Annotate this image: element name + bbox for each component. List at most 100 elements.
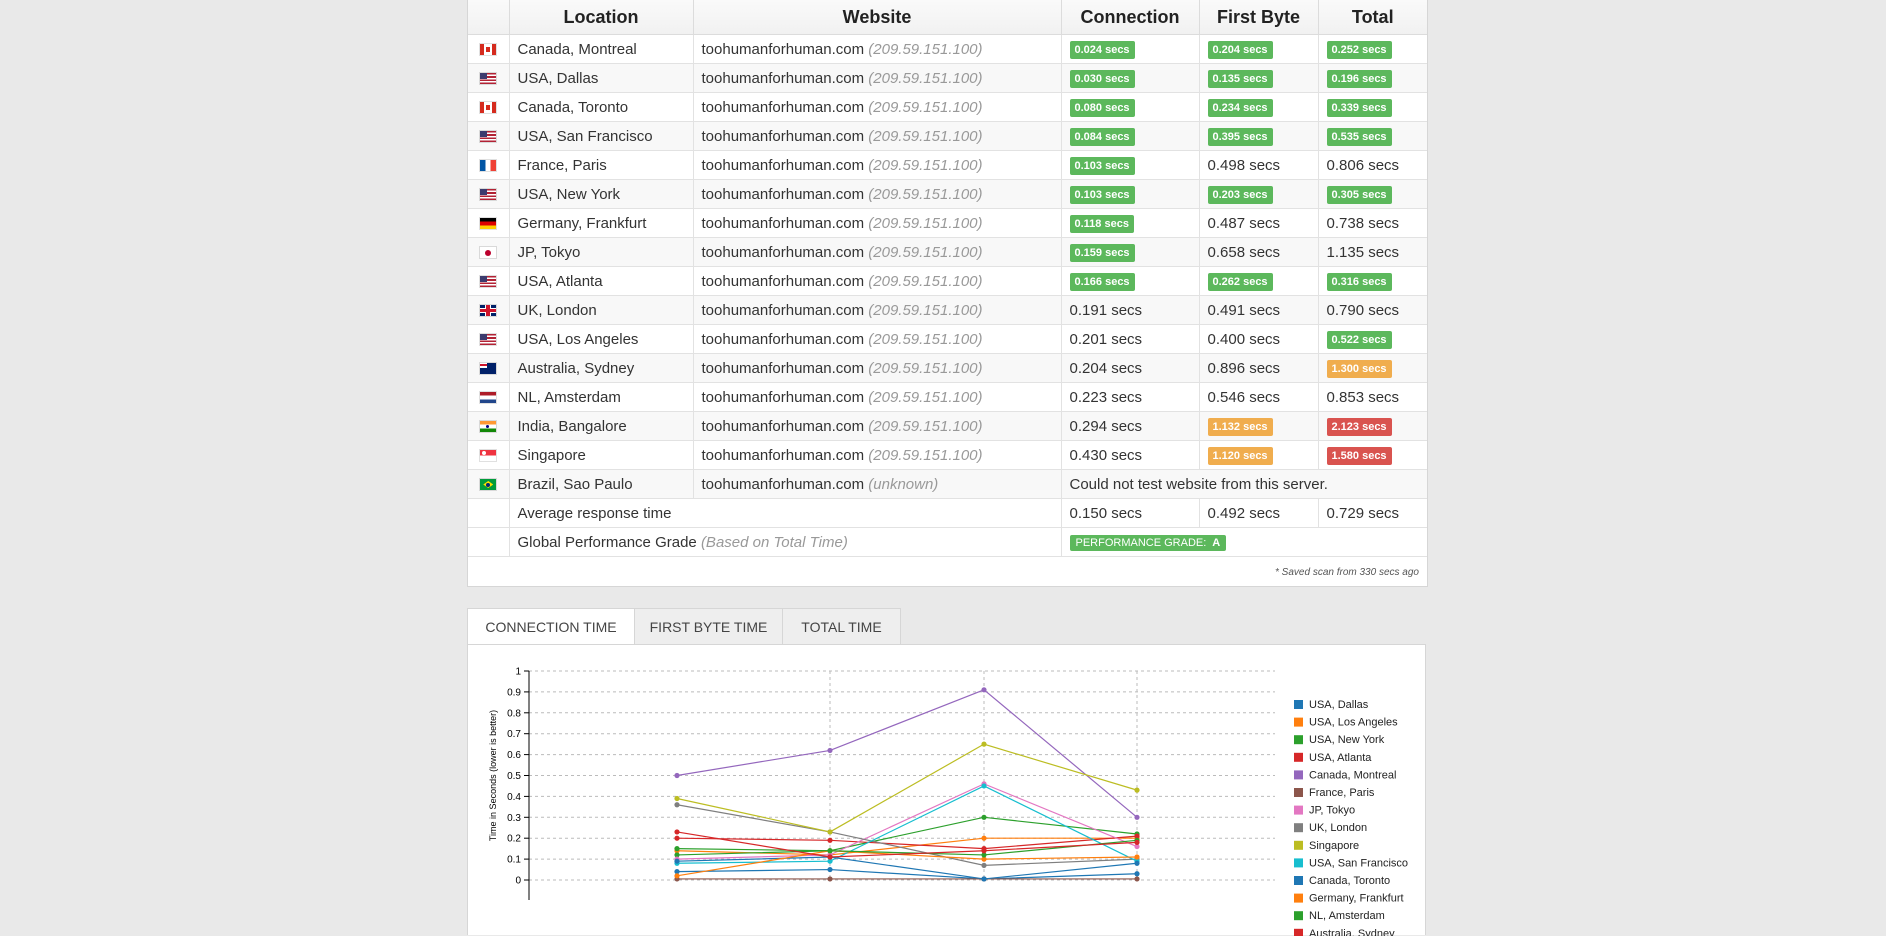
series-point	[674, 873, 680, 879]
legend-label: Canada, Montreal	[1309, 769, 1396, 781]
first-byte-time-cell: 0.204 secs	[1199, 34, 1319, 64]
connection-time-badge: 0.159 secs	[1069, 243, 1135, 262]
y-tick-label: 1	[515, 667, 521, 678]
connection-time-value: 0.201 secs	[1069, 330, 1143, 348]
sg-flag-icon	[480, 450, 497, 462]
table-row: USA, Dallas toohumanforhuman.com (209.59.…	[468, 63, 1427, 93]
legend-swatch	[1294, 876, 1303, 885]
legend-label: Singapore	[1309, 840, 1359, 852]
website-cell: toohumanforhuman.com (209.59.151.100)	[693, 266, 1062, 296]
total-time-cell: 0.252 secs	[1318, 34, 1427, 64]
first-byte-time-badge: 0.203 secs	[1207, 185, 1273, 204]
legend-label: UK, London	[1309, 822, 1367, 834]
in-flag-icon	[480, 421, 497, 433]
location-cell: India, Bangalore	[509, 411, 694, 441]
table-row: NL, Amsterdam toohumanforhuman.com (209.5…	[468, 382, 1427, 412]
website-ip: (209.59.151.100)	[868, 156, 983, 174]
website-ip: (209.59.151.100)	[868, 359, 983, 377]
location-cell: USA, Los Angeles	[509, 324, 694, 354]
connection-time-cell: 0.201 secs	[1061, 324, 1200, 354]
connection-time-badge: 0.166 secs	[1069, 272, 1135, 291]
location-cell: NL, Amsterdam	[509, 382, 694, 412]
flag-column-header	[468, 0, 510, 35]
flag-cell	[468, 266, 510, 296]
location-cell: Australia, Sydney	[509, 353, 694, 383]
website-cell: toohumanforhuman.com (209.59.151.100)	[693, 382, 1062, 412]
website-cell: toohumanforhuman.com (209.59.151.100)	[693, 411, 1062, 441]
website-cell: toohumanforhuman.com (209.59.151.100)	[693, 295, 1062, 325]
connection-time-badge: 0.080 secs	[1069, 98, 1135, 117]
total-time-cell: 0.853 secs	[1318, 382, 1427, 412]
average-connection: 0.150 secs	[1061, 498, 1200, 528]
first-byte-time-cell: 0.395 secs	[1199, 121, 1319, 151]
series-point	[1134, 871, 1140, 877]
total-time-badge: 0.339 secs	[1326, 98, 1392, 117]
location-column-header: Location	[509, 0, 694, 35]
location-cell: Canada, Toronto	[509, 92, 694, 122]
results-body: Canada, Montreal toohumanforhuman.com (20…	[468, 34, 1427, 499]
flag-cell	[468, 150, 510, 180]
flag-cell	[468, 34, 510, 64]
fr-flag-icon	[480, 160, 497, 172]
table-row: JP, Tokyo toohumanforhuman.com (209.59.15…	[468, 237, 1427, 267]
chart-container: 0 0.1 0.2 0.3 0.4 0.5 0.6 0.7 0.8 0.9 1 Time in Sec…	[467, 644, 1426, 936]
location-cell: JP, Tokyo	[509, 237, 694, 267]
website-name: toohumanforhuman.com	[701, 214, 865, 232]
website-cell: toohumanforhuman.com (209.59.151.100)	[693, 324, 1062, 354]
connection-time-value: 0.223 secs	[1069, 388, 1143, 406]
legend-swatch	[1294, 805, 1303, 815]
website-cell: toohumanforhuman.com (209.59.151.100)	[693, 179, 1062, 209]
series-point	[981, 835, 987, 841]
location-cell: USA, Dallas	[509, 63, 694, 93]
au-flag-icon	[480, 363, 497, 375]
total-time-cell: 2.123 secs	[1318, 411, 1427, 441]
connection-time-cell: 0.159 secs	[1061, 237, 1200, 267]
total-time-cell: 1.580 secs	[1318, 440, 1427, 470]
first-byte-time-cell: 0.658 secs	[1199, 237, 1319, 267]
flag-cell	[468, 382, 510, 412]
series-point	[981, 876, 987, 882]
y-tick-label: 0.3	[507, 813, 521, 824]
total-time-cell: 1.300 secs	[1318, 353, 1427, 383]
website-name: toohumanforhuman.com	[701, 388, 865, 406]
series-point	[981, 783, 987, 789]
website-name: toohumanforhuman.com	[701, 417, 865, 435]
website-name: toohumanforhuman.com	[701, 127, 865, 145]
website-column-header: Website	[693, 0, 1062, 35]
table-row: France, Paris toohumanforhuman.com (209.5…	[468, 150, 1427, 180]
total-time-badge: 0.316 secs	[1326, 272, 1392, 291]
series-line	[676, 783, 1138, 860]
first-byte-time-badge: 0.204 secs	[1207, 40, 1273, 59]
connection-time-chart: 0 0.1 0.2 0.3 0.4 0.5 0.6 0.7 0.8 0.9 1 Time in Sec…	[488, 667, 1408, 936]
legend-label: USA, New York	[1309, 734, 1385, 746]
grade-label: Global Performance Grade	[517, 533, 697, 551]
total-time-cell: 0.806 secs	[1318, 150, 1427, 180]
first-byte-time-badge: 0.135 secs	[1207, 69, 1273, 88]
tab-first-byte-time[interactable]: FIRST BYTE TIME	[634, 608, 783, 644]
location-cell: Canada, Montreal	[509, 34, 694, 64]
us-flag-icon	[480, 334, 497, 346]
saved-scan-note: * Saved scan from 330 secs ago	[1275, 567, 1419, 578]
series-point	[674, 858, 680, 864]
connection-time-cell: 0.084 secs	[1061, 121, 1200, 151]
website-name: toohumanforhuman.com	[701, 40, 865, 58]
location-cell: France, Paris	[509, 150, 694, 180]
first-byte-time-cell: 1.132 secs	[1199, 411, 1319, 441]
tab-total-time[interactable]: TOTAL TIME	[782, 608, 901, 644]
table-row: USA, Los Angeles toohumanforhuman.com (20…	[468, 324, 1427, 354]
location-cell: USA, New York	[509, 179, 694, 209]
connection-time-cell: 0.080 secs	[1061, 92, 1200, 122]
tab-connection-time[interactable]: CONNECTION TIME	[467, 608, 635, 645]
flag-cell	[468, 295, 510, 325]
flag-cell	[468, 179, 510, 209]
flag-cell	[468, 121, 510, 151]
table-row: Australia, Sydney toohumanforhuman.com (2…	[468, 353, 1427, 383]
connection-time-value: 0.204 secs	[1069, 359, 1143, 377]
de-flag-icon	[480, 218, 497, 230]
flag-cell	[468, 237, 510, 267]
average-spacer	[468, 498, 510, 528]
grade-row: Global Performance Grade (Based on Total…	[468, 527, 1427, 557]
series-point	[827, 854, 833, 860]
website-cell: toohumanforhuman.com (209.59.151.100)	[693, 34, 1062, 64]
connection-time-value: 0.191 secs	[1069, 301, 1143, 319]
